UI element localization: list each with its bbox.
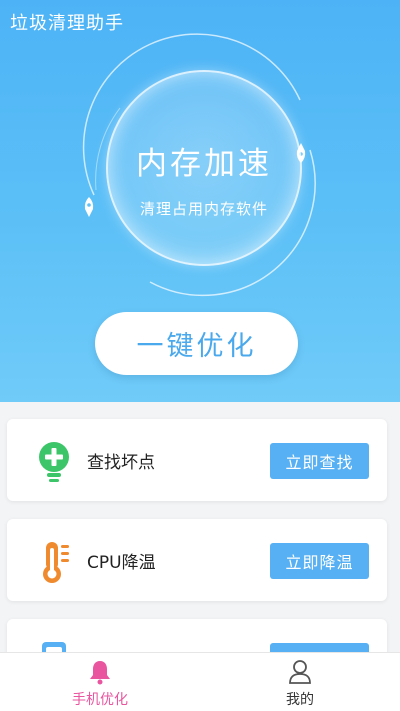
thermometer-icon bbox=[43, 542, 69, 583]
hero-panel: 垃圾清理助手 内存加速 清理占用内存软件 一键优化 bbox=[0, 0, 400, 402]
find-now-button[interactable]: 立即查找 bbox=[270, 443, 369, 479]
circle-subtitle: 清理占用内存软件 bbox=[139, 200, 268, 218]
card-label: 查找坏点 bbox=[87, 452, 155, 473]
one-key-optimize-button[interactable]: 一键优化 bbox=[95, 312, 298, 375]
person-icon bbox=[289, 660, 311, 684]
card-cpu-cooling: CPU降温 立即降温 bbox=[7, 519, 387, 601]
cool-down-now-button[interactable]: 立即降温 bbox=[270, 543, 369, 579]
tab-label: 手机优化 bbox=[72, 692, 128, 708]
bulb-plus-icon bbox=[39, 442, 69, 482]
card-label: CPU降温 bbox=[87, 552, 156, 573]
bell-icon bbox=[90, 661, 110, 685]
tab-label: 我的 bbox=[286, 692, 314, 708]
bottom-tab-bar: 手机优化 我的 bbox=[0, 652, 400, 711]
tab-phone-optimize[interactable]: 手机优化 bbox=[0, 653, 200, 711]
circle-title: 内存加速 bbox=[136, 146, 272, 182]
card-find-dead-pixels: 查找坏点 立即查找 bbox=[7, 419, 387, 501]
rocket-icon bbox=[84, 197, 94, 217]
memory-boost-circle[interactable]: 内存加速 清理占用内存软件 bbox=[106, 70, 302, 266]
tab-mine[interactable]: 我的 bbox=[200, 653, 400, 711]
